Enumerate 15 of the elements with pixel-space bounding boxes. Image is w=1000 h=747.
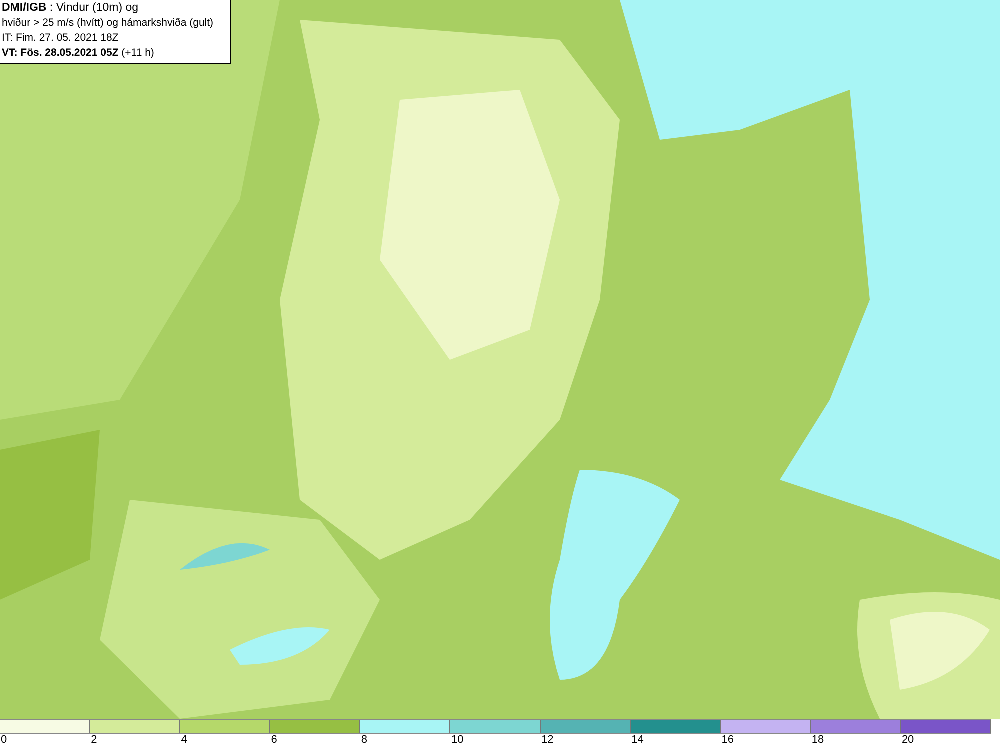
legend-label: 14 [630, 734, 645, 747]
info-text: VT: Fös. 28.05.2021 05Z (+11 h) [2, 46, 156, 61]
legend-label: 4 [180, 734, 188, 747]
legend-label: 18 [810, 734, 826, 747]
legend-label: 8 [360, 734, 368, 747]
legend-label: 0 [0, 734, 8, 747]
legend-label: 12 [540, 734, 555, 747]
legend-label: 20 [900, 734, 916, 747]
info-text: hviður > 25 m/s (hvítt) og hámarkshviða (gult) [2, 16, 215, 31]
info-text: IT: Fim. 27. 05. 2021 18Z [2, 31, 120, 46]
legend-label: 2 [90, 734, 98, 747]
legend-label: 10 [450, 734, 465, 747]
info-text: DMI/IGB : Vindur (10m) og [2, 1, 140, 16]
legend-label: 16 [720, 734, 735, 747]
legend-label: 6 [270, 734, 278, 747]
